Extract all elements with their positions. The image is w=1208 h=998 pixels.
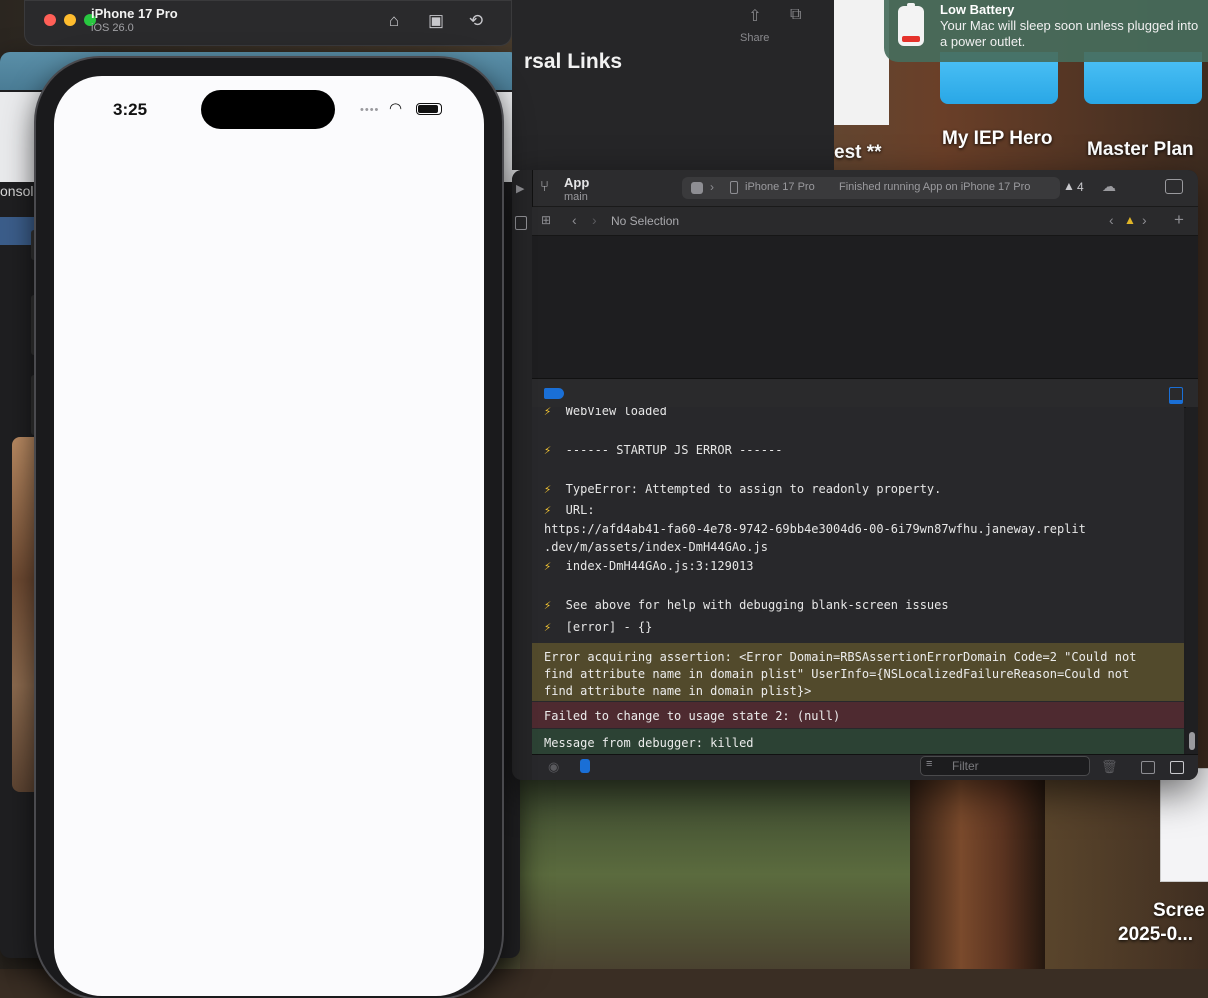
close-button[interactable] <box>44 14 56 26</box>
breakpoint-toggle[interactable] <box>544 388 564 399</box>
run-destination[interactable]: iPhone 17 Pro <box>745 181 815 193</box>
duplicate-icon[interactable]: ⧉ <box>790 6 801 24</box>
share-icon[interactable]: ⇧ <box>743 6 767 26</box>
finder-toolbar <box>512 0 834 52</box>
desktop-icon-label[interactable]: My IEP Hero <box>942 128 1053 150</box>
console-line: ⚡ URL: <box>544 503 595 517</box>
desktop-icon-label[interactable]: 2025-0... <box>1118 924 1193 946</box>
scrollbar-thumb[interactable] <box>1189 732 1195 750</box>
desktop-icon-label[interactable]: Master Plan <box>1087 139 1194 161</box>
forward-icon[interactable]: › <box>592 212 597 228</box>
simulator-device-name: iPhone 17 Pro <box>91 6 178 21</box>
build-status: Finished running App on iPhone 17 Pro <box>839 181 1031 193</box>
xcode-window: ⑂ App main › iPhone 17 Pro Finished runn… <box>512 170 1198 780</box>
warning-icon[interactable]: ▲ <box>1063 179 1075 193</box>
issue-warning-icon[interactable]: ▲ <box>1124 213 1136 227</box>
console-output[interactable]: ⚡ WebView loaded ⚡ ------ STARTUP JS ERR… <box>532 407 1184 754</box>
debug-area-toggle-icon[interactable] <box>1169 387 1183 404</box>
console-warning-block: Error acquiring assertion: <Error Domain… <box>532 643 1184 701</box>
share-label: Share <box>740 32 770 44</box>
phone-screen[interactable] <box>54 76 484 996</box>
navigator-edge <box>512 170 533 780</box>
console-scrollbar[interactable] <box>1186 407 1198 754</box>
battery-icon <box>898 3 924 46</box>
play-icon[interactable]: ▶ <box>516 182 524 195</box>
device-icon <box>730 181 738 194</box>
desktop-icon-label[interactable]: Scree <box>1153 900 1205 922</box>
console-bottom-bar <box>532 754 1198 780</box>
console-line: ⚡ ------ STARTUP JS ERROR ------ <box>544 443 783 457</box>
console-error-block: Failed to change to usage state 2: (null… <box>532 702 1184 728</box>
chevron-right-icon: › <box>710 180 714 194</box>
signal-icon: •••• <box>360 104 380 116</box>
forest-floor <box>520 780 910 969</box>
jump-bar-selection: No Selection <box>611 214 680 228</box>
wifi-icon: ◠ <box>389 100 403 117</box>
inspector-toggle-icon[interactable] <box>1165 179 1183 194</box>
editor-area <box>532 236 1198 378</box>
back-icon[interactable]: ‹ <box>572 212 577 228</box>
console-line: ⚡ WebView loaded <box>544 407 667 418</box>
right-panel-icon[interactable] <box>1170 761 1184 774</box>
next-issue-icon[interactable]: › <box>1142 212 1147 228</box>
desktop-icon-label[interactable]: est ** <box>834 142 882 164</box>
app-icon <box>691 182 703 194</box>
rotate-icon[interactable]: ⟲ <box>465 10 487 32</box>
home-icon[interactable]: ⌂ <box>383 10 405 32</box>
filter-field[interactable] <box>920 756 1090 776</box>
warning-count: 4 <box>1077 180 1084 194</box>
battery-level <box>418 105 438 113</box>
notification-title: Low Battery <box>940 2 1015 17</box>
left-panel-icon[interactable] <box>1141 761 1155 774</box>
notification-body: Your Mac will sleep soon unless plugged … <box>940 18 1199 49</box>
eye-icon[interactable]: ◉ <box>548 759 559 775</box>
console-line: ⚡ index-DmH44GAo.js:3:129013 <box>544 559 754 573</box>
debug-bar <box>532 378 1198 408</box>
minimize-button[interactable] <box>64 14 76 26</box>
grid-icon[interactable]: ⊞ <box>541 213 551 227</box>
add-icon[interactable]: + <box>1174 210 1184 230</box>
list-icon[interactable] <box>515 216 527 230</box>
console-line: https://afd4ab41-fa60-4e78-9742-69bb4e30… <box>544 522 1086 536</box>
prev-issue-icon[interactable]: ‹ <box>1109 212 1114 228</box>
scheme-name[interactable]: App <box>564 175 589 190</box>
filter-icon: ≡ <box>926 758 933 770</box>
document-thumbnail[interactable] <box>834 0 889 125</box>
screenshot-icon[interactable]: ▣ <box>425 10 447 32</box>
screenshot-thumbnail[interactable] <box>1160 768 1208 882</box>
filter-placeholder: Filter <box>952 759 979 773</box>
cloud-icon[interactable]: ☁ <box>1102 178 1116 195</box>
console-line: ⚡ [error] - {} <box>544 620 653 634</box>
dynamic-island <box>201 90 335 129</box>
trash-icon[interactable]: 🗑 <box>1101 759 1118 775</box>
console-info-block: Message from debugger: killed <box>532 729 1184 754</box>
page-heading: rsal Links <box>524 50 623 73</box>
console-line: .dev/m/assets/index-DmH44GAo.js <box>544 540 768 554</box>
variables-toggle-icon[interactable] <box>580 759 590 773</box>
console-line: ⚡ See above for help with debugging blan… <box>544 598 949 612</box>
status-bar-time: 3:25 <box>113 100 148 119</box>
branch-icon: ⑂ <box>540 178 550 195</box>
console-line: ⚡ TypeError: Attempted to assign to read… <box>544 482 942 496</box>
simulator-os-version: iOS 26.0 <box>91 22 134 34</box>
branch-name: main <box>564 191 588 203</box>
tree-trunk <box>905 780 1045 969</box>
